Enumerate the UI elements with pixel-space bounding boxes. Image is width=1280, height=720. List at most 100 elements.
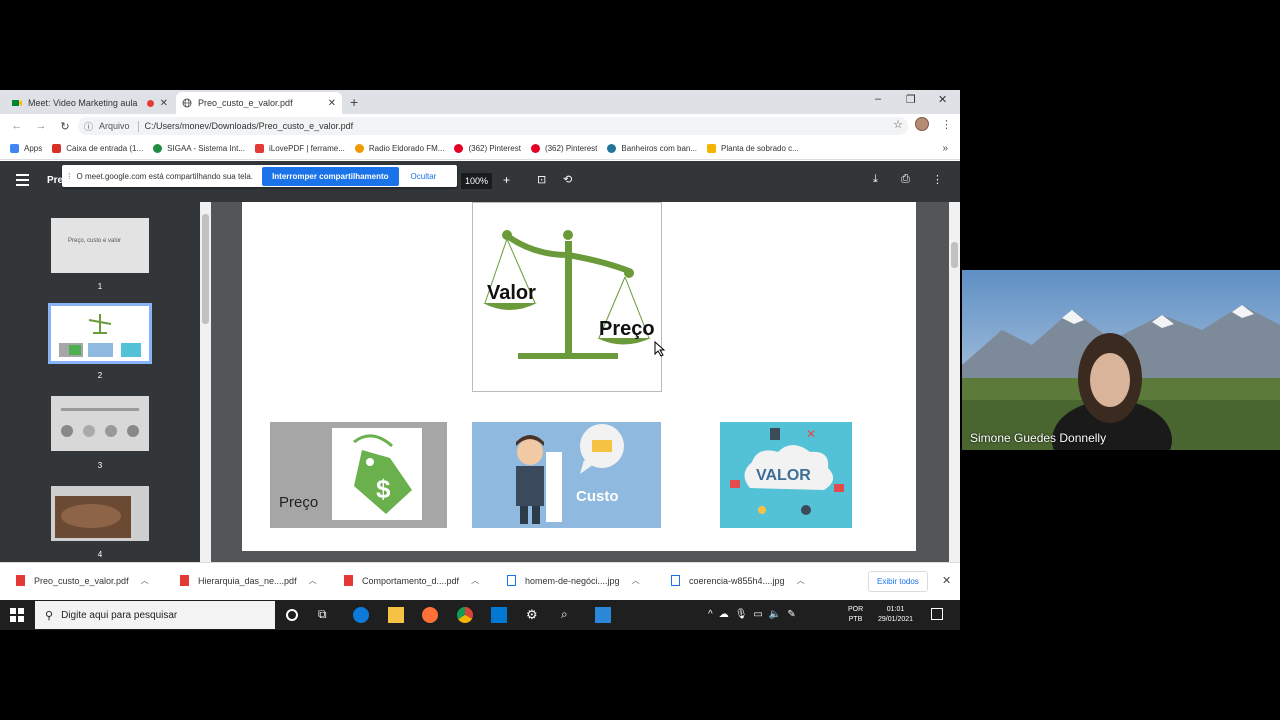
print-icon[interactable]: ⎙ bbox=[901, 173, 910, 186]
app-icon[interactable] bbox=[595, 607, 611, 623]
bookmark-planta[interactable]: Planta de sobrado c... bbox=[707, 144, 799, 153]
back-arrow-icon[interactable]: ← bbox=[10, 120, 24, 132]
chevron-up-icon[interactable]: ︿ bbox=[797, 575, 805, 586]
language-indicator[interactable]: POR PTB bbox=[848, 605, 863, 625]
pdf-file-icon bbox=[180, 575, 189, 586]
bookmark-star-icon[interactable]: ☆ bbox=[893, 118, 903, 131]
bookmark-pinterest-2[interactable]: (362) Pinterest bbox=[530, 144, 597, 153]
edge-icon[interactable] bbox=[353, 607, 369, 623]
browser-tab-strip: Meet: Video Marketing aula ✕ Preo_custo_… bbox=[0, 90, 960, 114]
download-filename: Hierarquia_das_ne....pdf bbox=[198, 575, 297, 586]
valor-image: ✕ VALOR bbox=[720, 422, 852, 528]
wordpress-icon bbox=[607, 144, 617, 153]
thumbnail-preview-icon bbox=[61, 408, 139, 437]
taskbar-search-input[interactable]: ⚲ Digite aqui para pesquisar bbox=[35, 601, 275, 629]
info-icon[interactable]: ⓘ bbox=[84, 120, 93, 133]
download-item[interactable]: homem-de-negóci....jpg ︿ bbox=[507, 575, 640, 586]
thumbnail-title: Preço, custo e valor bbox=[68, 238, 122, 244]
chevron-up-icon[interactable]: ︿ bbox=[632, 575, 640, 586]
bookmark-radio[interactable]: Radio Eldorado FM... bbox=[354, 144, 444, 153]
thumbnail-page-1[interactable]: Preço, custo e valor bbox=[51, 218, 149, 273]
settings-gear-icon[interactable]: ⚙ bbox=[526, 607, 542, 623]
close-tab-icon[interactable]: ✕ bbox=[160, 98, 168, 109]
shared-screen: Meet: Video Marketing aula ✕ Preo_custo_… bbox=[0, 90, 960, 630]
sidebar-scrollbar[interactable] bbox=[200, 202, 211, 562]
thumbnail-page-3[interactable] bbox=[51, 396, 149, 451]
bookmark-pinterest-1[interactable]: (362) Pinterest bbox=[454, 144, 521, 153]
file-explorer-icon[interactable] bbox=[388, 607, 404, 623]
bookmark-banheiros[interactable]: Banheiros com ban... bbox=[607, 144, 697, 153]
pdf-viewport: Valor Preço $ Preço Custo ✕ VALOR bbox=[211, 202, 949, 562]
thumbnail-number: 1 bbox=[97, 282, 103, 291]
firefox-icon[interactable] bbox=[422, 607, 438, 623]
zoom-in-button[interactable]: + bbox=[503, 173, 510, 187]
profile-avatar[interactable] bbox=[915, 117, 929, 131]
show-all-downloads-button[interactable]: Exibir todos bbox=[868, 571, 928, 592]
mail-icon[interactable] bbox=[491, 607, 507, 623]
onedrive-icon[interactable]: ☁ bbox=[719, 609, 729, 620]
stop-sharing-button[interactable]: Interromper compartilhamento bbox=[262, 166, 399, 186]
hide-banner-button[interactable]: Ocultar bbox=[411, 172, 437, 181]
chevron-up-icon[interactable]: ︿ bbox=[309, 575, 317, 586]
pen-icon[interactable]: ✎ bbox=[787, 609, 795, 620]
zoom-level[interactable]: 100% bbox=[461, 173, 493, 189]
thumbnail-preview-icon bbox=[55, 496, 131, 538]
close-tab-icon[interactable]: ✕ bbox=[328, 98, 336, 109]
rotate-icon[interactable]: ⟲ bbox=[563, 173, 572, 186]
tab-pdf[interactable]: Preo_custo_e_valor.pdf ✕ bbox=[176, 92, 342, 114]
cortana-icon[interactable] bbox=[286, 609, 298, 621]
chevron-up-icon[interactable]: ︿ bbox=[141, 575, 149, 586]
new-tab-button[interactable]: + bbox=[350, 94, 358, 110]
address-divider bbox=[137, 120, 139, 132]
download-item[interactable]: Preo_custo_e_valor.pdf ︿ bbox=[16, 575, 149, 586]
thumbnail-page-2[interactable] bbox=[48, 303, 152, 364]
system-tray: ^ ☁ 🎙 ▭ 🔈 ✎ bbox=[708, 609, 796, 620]
feedback-icon[interactable]: ⌕ bbox=[561, 607, 577, 623]
bookmark-sigaa[interactable]: SIGAA - Sistema Int... bbox=[153, 144, 245, 153]
bookmark-label: Banheiros com ban... bbox=[621, 144, 698, 153]
download-item[interactable]: coerencia-w855h4....jpg ︿ bbox=[671, 575, 805, 586]
hamburger-menu-icon[interactable] bbox=[16, 174, 29, 189]
fit-page-icon[interactable]: ⊡ bbox=[537, 173, 546, 186]
close-shelf-icon[interactable]: ✕ bbox=[942, 574, 951, 587]
download-item[interactable]: Comportamento_d....pdf ︿ bbox=[344, 575, 479, 586]
image-file-icon bbox=[507, 575, 516, 586]
house-icon bbox=[707, 144, 717, 153]
reload-icon[interactable]: ↻ bbox=[58, 120, 72, 133]
taskbar-clock[interactable]: 01:01 29/01/2021 bbox=[878, 605, 913, 625]
viewer-scrollbar[interactable] bbox=[949, 202, 960, 562]
price-tag-image: $ bbox=[332, 428, 422, 520]
chrome-icon[interactable] bbox=[457, 607, 473, 623]
windows-start-icon[interactable] bbox=[10, 608, 24, 622]
pinterest-icon bbox=[454, 144, 464, 153]
chevron-up-icon[interactable]: ^ bbox=[708, 609, 713, 620]
chevron-up-icon[interactable]: ︿ bbox=[471, 575, 479, 586]
browser-menu-icon[interactable]: ⋮ bbox=[941, 118, 952, 131]
businessman-receipt-icon bbox=[516, 424, 624, 524]
bookmark-ilovepdf[interactable]: iLovePDF | ferrame... bbox=[254, 144, 345, 153]
bookmark-apps[interactable]: Apps bbox=[10, 144, 42, 153]
forward-arrow-icon[interactable]: → bbox=[34, 120, 48, 132]
thumbnail-page-4[interactable] bbox=[51, 486, 149, 541]
pdf-file-icon bbox=[16, 575, 25, 586]
notification-center-icon[interactable] bbox=[931, 608, 943, 620]
download-filename: Preo_custo_e_valor.pdf bbox=[34, 575, 129, 586]
network-icon[interactable]: ▭ bbox=[753, 609, 762, 620]
tab-meet[interactable]: Meet: Video Marketing aula ✕ bbox=[6, 92, 174, 114]
restore-button[interactable]: ❐ bbox=[906, 93, 916, 106]
microphone-icon[interactable]: 🎙 bbox=[735, 609, 748, 620]
bookmarks-overflow-icon[interactable]: » bbox=[942, 143, 948, 154]
task-view-icon[interactable]: ⧉ bbox=[318, 607, 334, 623]
taskbar-search-placeholder: Digite aqui para pesquisar bbox=[61, 609, 178, 621]
drag-handle-icon[interactable]: ⁞ bbox=[68, 171, 71, 181]
minimize-button[interactable]: – bbox=[875, 93, 881, 105]
close-window-button[interactable]: ✕ bbox=[938, 93, 947, 106]
download-icon[interactable]: ⤓ bbox=[873, 173, 878, 186]
more-options-icon[interactable]: ⋮ bbox=[932, 173, 943, 186]
bookmark-gmail[interactable]: Caixa de entrada (1... bbox=[52, 144, 143, 153]
svg-text:$: $ bbox=[376, 474, 391, 504]
address-bar[interactable]: ⓘ Arquivo C:/Users/monev/Downloads/Preo_… bbox=[78, 117, 908, 135]
volume-icon[interactable]: 🔈 bbox=[769, 609, 781, 620]
thumbnail-number: 3 bbox=[97, 461, 103, 470]
download-item[interactable]: Hierarquia_das_ne....pdf ︿ bbox=[180, 575, 317, 586]
